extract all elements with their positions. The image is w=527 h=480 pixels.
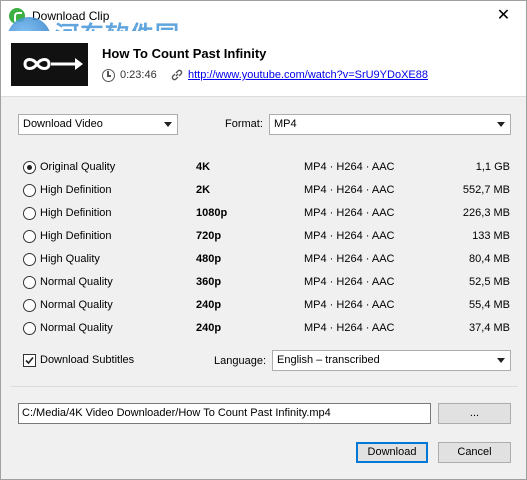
download-subtitles-label[interactable]: Download Subtitles: [40, 354, 134, 366]
video-url-link[interactable]: http://www.youtube.com/watch?v=SrU9YDoXE…: [188, 69, 428, 81]
close-icon[interactable]: ✕: [481, 1, 526, 31]
action-dropdown-value: Download Video: [23, 118, 103, 130]
quality-codecs: MP4 · H264 · AAC: [304, 184, 395, 196]
quality-codecs: MP4 · H264 · AAC: [304, 230, 395, 242]
quality-option[interactable]: Normal Quality 360p MP4 · H264 · AAC 52,…: [1, 273, 526, 293]
quality-radio[interactable]: [23, 299, 36, 312]
language-dropdown-value: English – transcribed: [277, 354, 380, 366]
quality-radio[interactable]: [23, 207, 36, 220]
chevron-down-icon: [497, 358, 505, 363]
quality-codecs: MP4 · H264 · AAC: [304, 253, 395, 265]
quality-name: Normal Quality: [40, 299, 113, 311]
quality-size: 1,1 GB: [475, 161, 510, 173]
quality-resolution: 720p: [196, 230, 222, 242]
download-subtitles-checkbox[interactable]: [23, 354, 36, 367]
quality-codecs: MP4 · H264 · AAC: [304, 207, 395, 219]
quality-radio[interactable]: [23, 276, 36, 289]
quality-radio[interactable]: [23, 161, 36, 174]
language-label: Language:: [214, 355, 266, 367]
quality-radio[interactable]: [23, 322, 36, 335]
quality-size: 552,7 MB: [462, 184, 510, 196]
video-duration: 0:23:46: [120, 69, 157, 81]
quality-resolution: 240p: [196, 322, 222, 334]
quality-option[interactable]: Normal Quality 240p MP4 · H264 · AAC 55,…: [1, 296, 526, 316]
video-title: How To Count Past Infinity: [102, 46, 267, 61]
quality-radio[interactable]: [23, 253, 36, 266]
quality-option[interactable]: High Definition 2K MP4 · H264 · AAC 552,…: [1, 181, 526, 201]
quality-name: High Quality: [40, 253, 100, 265]
quality-size: 133 MB: [472, 230, 510, 242]
format-dropdown-value: MP4: [274, 118, 297, 130]
chevron-down-icon: [164, 122, 172, 127]
quality-option[interactable]: Original Quality 4K MP4 · H264 · AAC 1,1…: [1, 158, 526, 178]
quality-size: 80,4 MB: [469, 253, 510, 265]
quality-codecs: MP4 · H264 · AAC: [304, 276, 395, 288]
quality-resolution: 1080p: [196, 207, 228, 219]
link-icon: [171, 69, 183, 81]
download-button[interactable]: Download: [356, 442, 428, 463]
language-dropdown[interactable]: English – transcribed: [272, 350, 511, 371]
window-title: Download Clip: [32, 9, 110, 23]
chevron-down-icon: [497, 122, 505, 127]
quality-resolution: 480p: [196, 253, 222, 265]
quality-option[interactable]: High Definition 720p MP4 · H264 · AAC 13…: [1, 227, 526, 247]
quality-radio[interactable]: [23, 184, 36, 197]
quality-name: High Definition: [40, 184, 112, 196]
quality-codecs: MP4 · H264 · AAC: [304, 299, 395, 311]
clock-icon: [102, 69, 115, 82]
quality-codecs: MP4 · H264 · AAC: [304, 322, 395, 334]
quality-name: High Definition: [40, 230, 112, 242]
cancel-button[interactable]: Cancel: [438, 442, 511, 463]
quality-codecs: MP4 · H264 · AAC: [304, 161, 395, 173]
quality-option[interactable]: Normal Quality 240p MP4 · H264 · AAC 37,…: [1, 319, 526, 339]
app-icon: [9, 8, 25, 24]
title-bar[interactable]: Download Clip ✕: [1, 1, 526, 31]
video-info-header: How To Count Past Infinity 0:23:46 http:…: [1, 31, 526, 97]
quality-option[interactable]: High Quality 480p MP4 · H264 · AAC 80,4 …: [1, 250, 526, 270]
format-dropdown[interactable]: MP4: [269, 114, 511, 135]
format-label: Format:: [225, 118, 263, 130]
quality-size: 37,4 MB: [469, 322, 510, 334]
quality-size: 226,3 MB: [462, 207, 510, 219]
divider: [11, 386, 518, 387]
quality-name: High Definition: [40, 207, 112, 219]
quality-name: Normal Quality: [40, 322, 113, 334]
quality-resolution: 4K: [196, 161, 211, 173]
output-path-field[interactable]: C:/Media/4K Video Downloader/How To Coun…: [18, 403, 431, 424]
quality-resolution: 2K: [196, 184, 211, 196]
quality-radio[interactable]: [23, 230, 36, 243]
browse-button[interactable]: ...: [438, 403, 511, 424]
quality-resolution: 360p: [196, 276, 222, 288]
quality-size: 55,4 MB: [469, 299, 510, 311]
quality-option[interactable]: High Definition 1080p MP4 · H264 · AAC 2…: [1, 204, 526, 224]
quality-resolution: 240p: [196, 299, 222, 311]
quality-size: 52,5 MB: [469, 276, 510, 288]
video-thumbnail: [11, 43, 88, 86]
checkmark-icon: [25, 356, 34, 365]
action-dropdown[interactable]: Download Video: [18, 114, 178, 135]
quality-name: Normal Quality: [40, 276, 113, 288]
quality-name: Original Quality: [40, 161, 116, 173]
download-clip-dialog: Download Clip ✕ 河东软件园 www.pc0359.cn How …: [0, 0, 527, 480]
